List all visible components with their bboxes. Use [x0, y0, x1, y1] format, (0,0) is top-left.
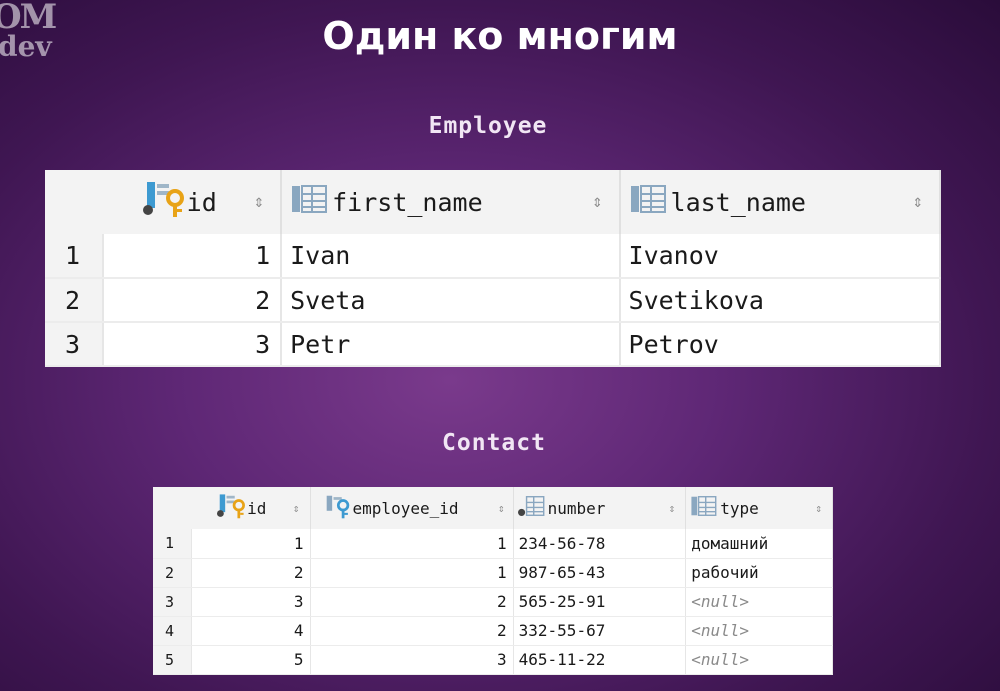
row-number: 3: [45, 322, 104, 367]
cell-type-null[interactable]: <null>: [685, 616, 833, 646]
column-header-id[interactable]: id ⇕: [191, 487, 311, 529]
cell-last-name[interactable]: Ivanov: [619, 234, 942, 279]
row-number-header: [153, 487, 192, 529]
cell-id[interactable]: 3: [191, 587, 311, 617]
column-header-label: first_name: [332, 187, 483, 217]
slide-title: Один ко многим: [322, 14, 678, 58]
cell-first-name[interactable]: Ivan: [281, 234, 621, 279]
row-number-header: [45, 170, 103, 234]
column-header-number[interactable]: number ⇕: [513, 487, 687, 529]
column-header-label: id: [186, 187, 217, 217]
employee-table: id ⇕ first_name ⇕ last_name ⇕ 1 1 Ivan I…: [45, 170, 942, 367]
row-number: 1: [45, 234, 104, 279]
table-header-row: id ⇕: [153, 487, 833, 529]
table-row[interactable]: 1 1 Ivan Ivanov: [45, 234, 942, 279]
column-header-id[interactable]: id ⇕: [102, 170, 283, 234]
row-number: 5: [153, 645, 192, 675]
table-row[interactable]: 4 4 2 332-55-67 <null>: [153, 616, 833, 646]
column-header-label: number: [547, 498, 606, 518]
column-icon: [629, 184, 671, 220]
column-header-type[interactable]: type ⇕: [685, 487, 833, 529]
row-number: 4: [153, 616, 192, 646]
cell-employee-id[interactable]: 2: [310, 587, 514, 617]
table-row[interactable]: 2 2 Sveta Svetikova: [45, 278, 942, 323]
cell-employee-id[interactable]: 1: [310, 558, 514, 588]
cell-type-null[interactable]: <null>: [685, 587, 833, 617]
row-number: 1: [153, 529, 192, 559]
sort-icon[interactable]: ⇕: [293, 502, 300, 515]
cell-id[interactable]: 1: [191, 529, 311, 559]
cell-last-name[interactable]: Svetikova: [619, 278, 942, 323]
table-row[interactable]: 1 1 1 234-56-78 домашний: [153, 529, 833, 559]
row-number: 2: [153, 558, 192, 588]
table-header-row: id ⇕: [45, 170, 942, 234]
column-header-label: type: [720, 498, 759, 518]
cell-id[interactable]: 2: [102, 278, 283, 323]
cell-number[interactable]: 987-65-43: [513, 558, 687, 588]
cell-type[interactable]: рабочий: [685, 558, 833, 588]
column-icon: [517, 494, 548, 522]
table-row[interactable]: 5 5 3 465-11-22 <null>: [153, 645, 833, 675]
cell-id[interactable]: 4: [191, 616, 311, 646]
sort-icon[interactable]: ⇕: [592, 192, 603, 212]
cell-last-name[interactable]: Petrov: [619, 322, 942, 367]
column-header-label: last_name: [670, 187, 806, 217]
column-header-label: id: [247, 498, 267, 518]
cell-number[interactable]: 565-25-91: [513, 587, 687, 617]
cell-type-null[interactable]: <null>: [685, 645, 833, 675]
table-row[interactable]: 3 3 2 565-25-91 <null>: [153, 587, 833, 617]
cell-id[interactable]: 5: [191, 645, 311, 675]
column-icon: [290, 184, 332, 220]
column-header-label: employee_id: [352, 498, 459, 518]
table-row[interactable]: 2 2 1 987-65-43 рабочий: [153, 558, 833, 588]
cell-id[interactable]: 2: [191, 558, 311, 588]
row-number: 2: [45, 278, 104, 323]
cell-employee-id[interactable]: 1: [310, 529, 514, 559]
cell-first-name[interactable]: Petr: [281, 322, 621, 367]
sort-icon[interactable]: ⇕: [912, 192, 923, 212]
sort-icon[interactable]: ⇕: [498, 502, 505, 515]
cell-id[interactable]: 1: [102, 234, 283, 279]
sort-icon[interactable]: ⇕: [668, 502, 675, 515]
cell-first-name[interactable]: Sveta: [281, 278, 621, 323]
column-header-last-name[interactable]: last_name ⇕: [619, 170, 942, 234]
cell-number[interactable]: 332-55-67: [513, 616, 687, 646]
contact-table: id ⇕ employee_id ⇕ number ⇕ type ⇕ 1 1 1…: [153, 487, 833, 675]
employee-caption: Employee: [428, 113, 548, 139]
column-header-first-name[interactable]: first_name ⇕: [281, 170, 621, 234]
cell-employee-id[interactable]: 2: [310, 616, 514, 646]
table-row[interactable]: 3 3 Petr Petrov: [45, 322, 942, 367]
foreign-key-icon: [325, 493, 353, 523]
cell-id[interactable]: 3: [102, 322, 283, 367]
sort-icon[interactable]: ⇕: [815, 502, 822, 515]
cell-type[interactable]: домашний: [685, 529, 833, 559]
cell-number[interactable]: 465-11-22: [513, 645, 687, 675]
cell-number[interactable]: 234-56-78: [513, 529, 687, 559]
primary-key-icon: [217, 493, 247, 523]
contact-caption: Contact: [442, 430, 546, 456]
sort-icon[interactable]: ⇕: [254, 192, 265, 212]
column-icon: [690, 494, 720, 522]
primary-key-icon: [142, 180, 187, 224]
cell-employee-id[interactable]: 3: [310, 645, 514, 675]
column-header-employee-id[interactable]: employee_id ⇕: [310, 487, 514, 529]
row-number: 3: [153, 587, 192, 617]
